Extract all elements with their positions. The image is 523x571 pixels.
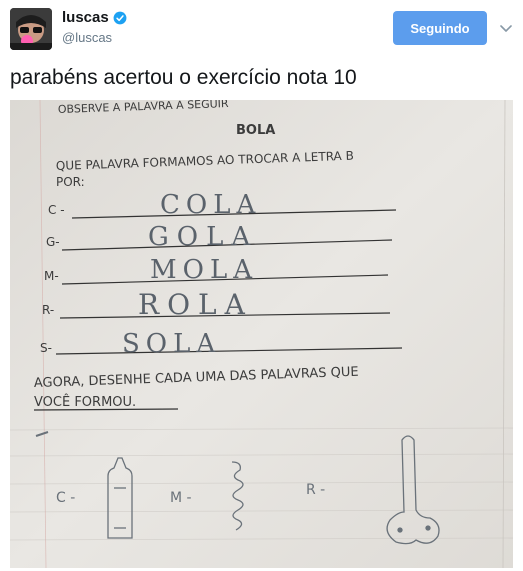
user-handle[interactable]: @luscas (62, 30, 112, 45)
following-button[interactable]: Seguindo (393, 11, 487, 45)
answer-cola: COLA (160, 190, 261, 220)
row-letter-m: M- (44, 269, 59, 283)
row-letter-c: C - (48, 203, 65, 217)
worksheet-question-cont: POR: (56, 175, 85, 189)
row-letter-g: G- (46, 235, 60, 249)
display-name[interactable]: luscas (62, 9, 109, 26)
answer-sola: SOLA (122, 329, 221, 359)
answer-rola: ROLA (138, 288, 253, 321)
row-letter-s: S- (40, 341, 52, 355)
drawing-label-m: M - (170, 490, 192, 506)
tweet-text: parabéns acertou o exercício nota 10 (10, 66, 357, 89)
worksheet-word: BOLA (236, 123, 275, 138)
avatar-image (10, 8, 52, 50)
tweet-photo[interactable]: OBSERVE A PALAVRA A SEGUIR BOLA QUE PALA… (10, 100, 513, 568)
verified-badge-icon (113, 11, 127, 24)
chevron-down-icon[interactable] (498, 20, 514, 36)
answer-gola: GOLA (148, 222, 258, 252)
answer-mola: MOLA (150, 255, 258, 285)
worksheet-photo: OBSERVE A PALAVRA A SEGUIR BOLA QUE PALA… (10, 100, 513, 568)
row-letter-r: R- (42, 303, 54, 317)
tweet-header: luscas @luscas Seguindo (0, 0, 523, 60)
draw-prompt-cont: VOCÊ FORMOU. (34, 394, 136, 410)
avatar[interactable] (10, 8, 52, 50)
drawing-label-r: R - (306, 482, 325, 498)
drawing-label-c: C - (56, 490, 75, 506)
